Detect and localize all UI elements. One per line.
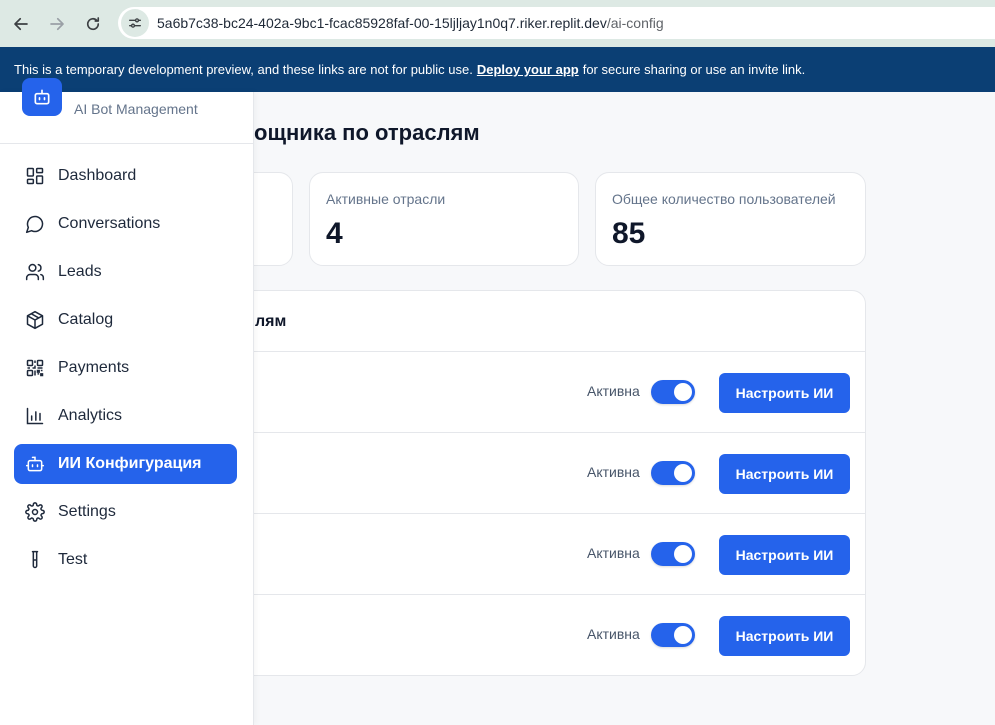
site-settings-icon[interactable] — [121, 9, 149, 37]
stat-value: 4 — [326, 217, 343, 250]
address-bar[interactable]: 5a6b7c38-bc24-402a-9bc1-fcac85928faf-00-… — [118, 7, 995, 39]
active-toggle[interactable] — [651, 623, 695, 647]
url-text: 5a6b7c38-bc24-402a-9bc1-fcac85928faf-00-… — [157, 15, 664, 31]
industry-row: Активна Настроить ИИ — [254, 595, 865, 675]
industry-row: Активна Настроить ИИ — [254, 352, 865, 433]
stat-card-total-users: Общее количество пользователей 85 — [595, 172, 866, 266]
sidebar-item-label: ИИ Конфигурация — [58, 455, 202, 472]
configure-ai-button[interactable]: Настроить ИИ — [719, 373, 850, 413]
bar-chart-icon — [25, 406, 45, 426]
bot-icon — [25, 454, 45, 474]
reload-button[interactable] — [78, 9, 108, 39]
toggle-knob — [674, 383, 692, 401]
page-title: ощника по отраслям — [254, 120, 480, 145]
panel-header: лям — [254, 291, 865, 352]
banner-text-after: for secure sharing or use an invite link… — [582, 62, 806, 77]
sidebar-item-analytics[interactable]: Analytics — [14, 396, 237, 436]
dashboard-icon — [25, 166, 45, 186]
package-icon — [25, 310, 45, 330]
stat-label: Активные отрасли — [326, 191, 446, 207]
forward-button[interactable] — [42, 9, 72, 39]
stat-value: 85 — [612, 217, 646, 250]
sidebar-nav: Dashboard Conversations Leads Catalog Pa… — [14, 156, 237, 588]
panel-title: лям — [255, 313, 287, 330]
sidebar-item-label: Catalog — [58, 311, 114, 328]
arrow-right-icon — [50, 17, 64, 30]
toggle-knob — [674, 545, 692, 563]
url-path: /ai-config — [606, 15, 664, 31]
banner-text: This is a temporary development preview,… — [14, 62, 473, 77]
configure-ai-button[interactable]: Настроить ИИ — [719, 616, 850, 656]
qr-code-icon — [25, 358, 45, 378]
status-label: Активна — [587, 464, 640, 480]
sidebar-item-leads[interactable]: Leads — [14, 252, 237, 292]
preview-banner: This is a temporary development preview,… — [0, 47, 995, 92]
sidebar-item-conversations[interactable]: Conversations — [14, 204, 237, 244]
status-label: Активна — [587, 545, 640, 561]
stat-label: Общее количество пользователей — [612, 191, 836, 207]
sidebar-item-test[interactable]: Test — [14, 540, 237, 580]
configure-ai-button[interactable]: Настроить ИИ — [719, 454, 850, 494]
brand-subtitle: AI Bot Management — [74, 101, 198, 117]
active-toggle[interactable] — [651, 542, 695, 566]
sidebar-item-label: Dashboard — [58, 167, 137, 184]
toggle-knob — [674, 464, 692, 482]
sidebar-item-label: Settings — [58, 503, 116, 520]
deploy-link[interactable]: Deploy your app — [477, 62, 579, 77]
back-button[interactable] — [6, 9, 36, 39]
browser-toolbar: 5a6b7c38-bc24-402a-9bc1-fcac85928faf-00-… — [0, 0, 995, 47]
sidebar-item-ai-config[interactable]: ИИ Конфигурация — [14, 444, 237, 484]
toggle-knob — [674, 626, 692, 644]
test-tube-icon — [25, 550, 45, 570]
status-label: Активна — [587, 383, 640, 399]
main-content: ощника по отраслям Активные отрасли 4 Об… — [254, 92, 995, 725]
arrow-left-icon — [14, 17, 28, 30]
active-toggle[interactable] — [651, 461, 695, 485]
chat-icon — [25, 214, 45, 234]
sidebar-item-label: Analytics — [58, 407, 123, 424]
sidebar-item-settings[interactable]: Settings — [14, 492, 237, 532]
reload-icon — [86, 16, 100, 30]
sidebar-item-label: Leads — [58, 263, 102, 280]
active-toggle[interactable] — [651, 380, 695, 404]
industry-row: Активна Настроить ИИ — [254, 514, 865, 595]
bot-logo-icon — [22, 78, 62, 116]
users-icon — [25, 262, 45, 282]
sidebar-item-label: Conversations — [58, 215, 161, 232]
sidebar-item-payments[interactable]: Payments — [14, 348, 237, 388]
gear-icon — [25, 502, 45, 522]
sidebar-item-catalog[interactable]: Catalog — [14, 300, 237, 340]
configure-ai-button[interactable]: Настроить ИИ — [719, 535, 850, 575]
industry-row: Активна Настроить ИИ — [254, 433, 865, 514]
sidebar-brand: AI Bot Management — [0, 78, 253, 144]
sidebar-item-label: Test — [58, 551, 88, 568]
stat-card-active-industries: Активные отрасли 4 — [309, 172, 579, 266]
sidebar-item-label: Payments — [58, 359, 130, 376]
sidebar-item-dashboard[interactable]: Dashboard — [14, 156, 237, 196]
status-label: Активна — [587, 626, 640, 642]
sidebar: AI Bot Management Dashboard Conversation… — [0, 78, 254, 725]
stat-card-clipped — [254, 172, 293, 266]
industries-panel: лям Активна Настроить ИИ Активна Настрои… — [254, 290, 866, 676]
url-host: 5a6b7c38-bc24-402a-9bc1-fcac85928faf-00-… — [157, 15, 607, 31]
